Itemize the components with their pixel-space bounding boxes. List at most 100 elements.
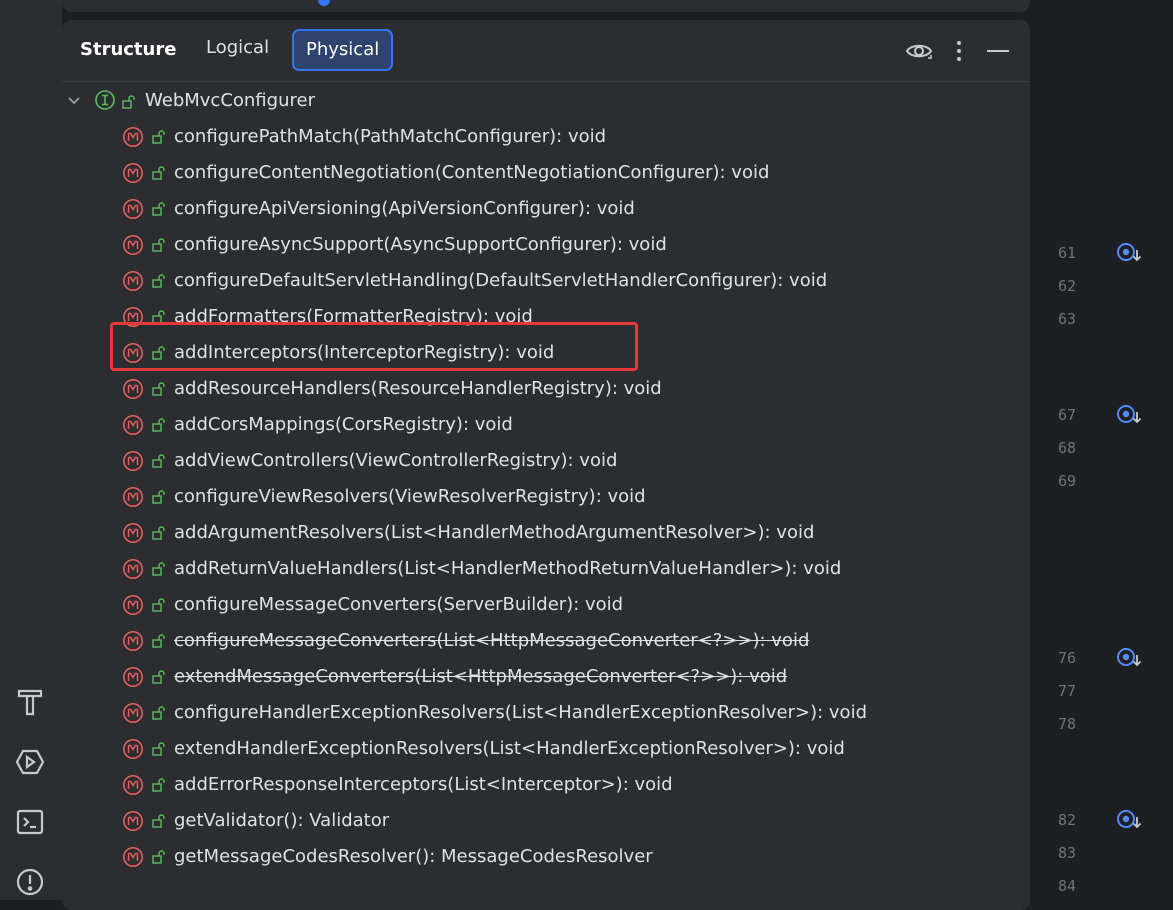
interface-icon: [95, 90, 115, 110]
tree-method-row[interactable]: addReturnValueHandlers(List<HandlerMetho…: [62, 552, 1030, 586]
top-indicator-dot: [318, 0, 330, 6]
tree-method-row[interactable]: configurePathMatch(PathMatchConfigurer):…: [62, 120, 1030, 154]
public-access-icon: [152, 778, 165, 792]
public-access-icon: [152, 346, 165, 360]
chevron-down-icon[interactable]: [66, 93, 82, 109]
method-icon: [123, 523, 143, 543]
public-access-icon: [152, 850, 165, 864]
method-label: addFormatters(FormatterRegistry): void: [174, 306, 533, 327]
line-number: 77: [1058, 682, 1077, 700]
line-number: 83: [1058, 844, 1077, 862]
minimize-icon[interactable]: [985, 38, 1011, 64]
method-icon: [123, 667, 143, 687]
tree-method-row[interactable]: configureApiVersioning(ApiVersionConfigu…: [62, 192, 1030, 226]
public-access-icon: [152, 166, 165, 180]
implemented-by-icon[interactable]: [1116, 404, 1142, 426]
tree-method-row[interactable]: addInterceptors(InterceptorRegistry): vo…: [62, 336, 1030, 370]
tree-root-row[interactable]: WebMvcConfigurer: [62, 84, 1030, 118]
terminal-icon[interactable]: [12, 804, 48, 840]
method-icon: [123, 199, 143, 219]
panel-title: Structure: [80, 39, 177, 60]
problems-icon[interactable]: [12, 864, 48, 900]
line-number: 82: [1058, 811, 1077, 829]
method-label: configureMessageConverters(ServerBuilder…: [174, 594, 624, 615]
tree-method-row[interactable]: addResourceHandlers(ResourceHandlerRegis…: [62, 372, 1030, 406]
tab-physical[interactable]: Physical: [292, 29, 394, 71]
public-access-icon: [152, 634, 165, 648]
implemented-by-icon[interactable]: [1116, 242, 1142, 264]
tab-logical[interactable]: Logical: [194, 29, 281, 67]
method-icon: [123, 811, 143, 831]
public-access-icon: [152, 598, 165, 612]
method-label: configureApiVersioning(ApiVersionConfigu…: [174, 198, 635, 219]
tree-method-row[interactable]: configureContentNegotiation(ContentNegot…: [62, 156, 1030, 190]
more-vertical-icon[interactable]: [946, 38, 972, 64]
tree-method-row[interactable]: getMessageCodesResolver(): MessageCodesR…: [62, 840, 1030, 874]
public-access-icon: [152, 742, 165, 756]
structure-panel: Structure Logical Physical WebMvcConfigu…: [62, 20, 1030, 910]
method-label: extendMessageConverters(List<HttpMessage…: [174, 666, 788, 687]
method-icon: [123, 415, 143, 435]
tree-method-row[interactable]: configureDefaultServletHandling(DefaultS…: [62, 264, 1030, 298]
build-icon[interactable]: [12, 684, 48, 720]
tree-method-row[interactable]: configureViewResolvers(ViewResolverRegis…: [62, 480, 1030, 514]
method-label: configureViewResolvers(ViewResolverRegis…: [174, 486, 646, 507]
method-label: getValidator(): Validator: [174, 810, 390, 831]
method-label: addErrorResponseInterceptors(List<Interc…: [174, 774, 673, 795]
method-label: getMessageCodesResolver(): MessageCodesR…: [174, 846, 653, 867]
method-label: addResourceHandlers(ResourceHandlerRegis…: [174, 378, 662, 399]
method-icon: [123, 595, 143, 615]
public-access-icon: [152, 706, 165, 720]
method-label: extendHandlerExceptionResolvers(List<Han…: [174, 738, 845, 759]
method-icon: [123, 487, 143, 507]
public-access-icon: [152, 814, 165, 828]
method-icon: [123, 739, 143, 759]
tree-method-row[interactable]: configureMessageConverters(ServerBuilder…: [62, 588, 1030, 622]
public-access-icon: [152, 382, 165, 396]
tree-method-row[interactable]: configureAsyncSupport(AsyncSupportConfig…: [62, 228, 1030, 262]
panel-header: Structure Logical Physical: [62, 20, 1030, 80]
implemented-by-icon[interactable]: [1116, 809, 1142, 831]
tree-method-row[interactable]: addCorsMappings(CorsRegistry): void: [62, 408, 1030, 442]
method-icon: [123, 847, 143, 867]
method-label: addCorsMappings(CorsRegistry): void: [174, 414, 513, 435]
line-number: 62: [1058, 277, 1077, 295]
line-number: 76: [1058, 649, 1077, 667]
services-icon[interactable]: [12, 744, 48, 780]
method-icon: [123, 163, 143, 183]
tree-method-row[interactable]: extendMessageConverters(List<HttpMessage…: [62, 660, 1030, 694]
tree-method-row[interactable]: extendHandlerExceptionResolvers(List<Han…: [62, 732, 1030, 766]
public-access-icon: [152, 562, 165, 576]
line-number: 69: [1058, 472, 1077, 490]
method-label: configureDefaultServletHandling(DefaultS…: [174, 270, 828, 291]
public-access-icon: [152, 454, 165, 468]
tree-method-row[interactable]: addViewControllers(ViewControllerRegistr…: [62, 444, 1030, 478]
tree-method-row[interactable]: addErrorResponseInterceptors(List<Interc…: [62, 768, 1030, 802]
public-access-icon: [152, 310, 165, 324]
tree-method-row[interactable]: getValidator(): Validator: [62, 804, 1030, 838]
method-label: configureAsyncSupport(AsyncSupportConfig…: [174, 234, 667, 255]
line-number: 63: [1058, 310, 1077, 328]
method-label: configurePathMatch(PathMatchConfigurer):…: [174, 126, 607, 147]
top-panel-edge: [62, 0, 1030, 12]
public-access-icon: [152, 418, 165, 432]
line-number: 84: [1058, 877, 1077, 895]
method-label: addReturnValueHandlers(List<HandlerMetho…: [174, 558, 842, 579]
line-number: 68: [1058, 439, 1077, 457]
method-label: configureMessageConverters(List<HttpMess…: [174, 630, 810, 651]
tree-method-row[interactable]: addArgumentResolvers(List<HandlerMethodA…: [62, 516, 1030, 550]
public-access-icon: [152, 238, 165, 252]
tree-root-label: WebMvcConfigurer: [145, 90, 315, 111]
public-access-icon: [152, 526, 165, 540]
tree-method-row[interactable]: configureMessageConverters(List<HttpMess…: [62, 624, 1030, 658]
public-access-icon: [152, 490, 165, 504]
method-icon: [123, 307, 143, 327]
tree-method-row[interactable]: configureHandlerExceptionResolvers(List<…: [62, 696, 1030, 730]
editor-gutter: 61 62 63 67 68 69 76 77 78 82 83 84: [1038, 0, 1173, 900]
eye-icon[interactable]: [906, 38, 932, 64]
implemented-by-icon[interactable]: [1116, 647, 1142, 669]
method-icon: [123, 379, 143, 399]
tree-method-row[interactable]: addFormatters(FormatterRegistry): void: [62, 300, 1030, 334]
header-separator: [62, 81, 1030, 82]
line-number: 67: [1058, 406, 1077, 424]
